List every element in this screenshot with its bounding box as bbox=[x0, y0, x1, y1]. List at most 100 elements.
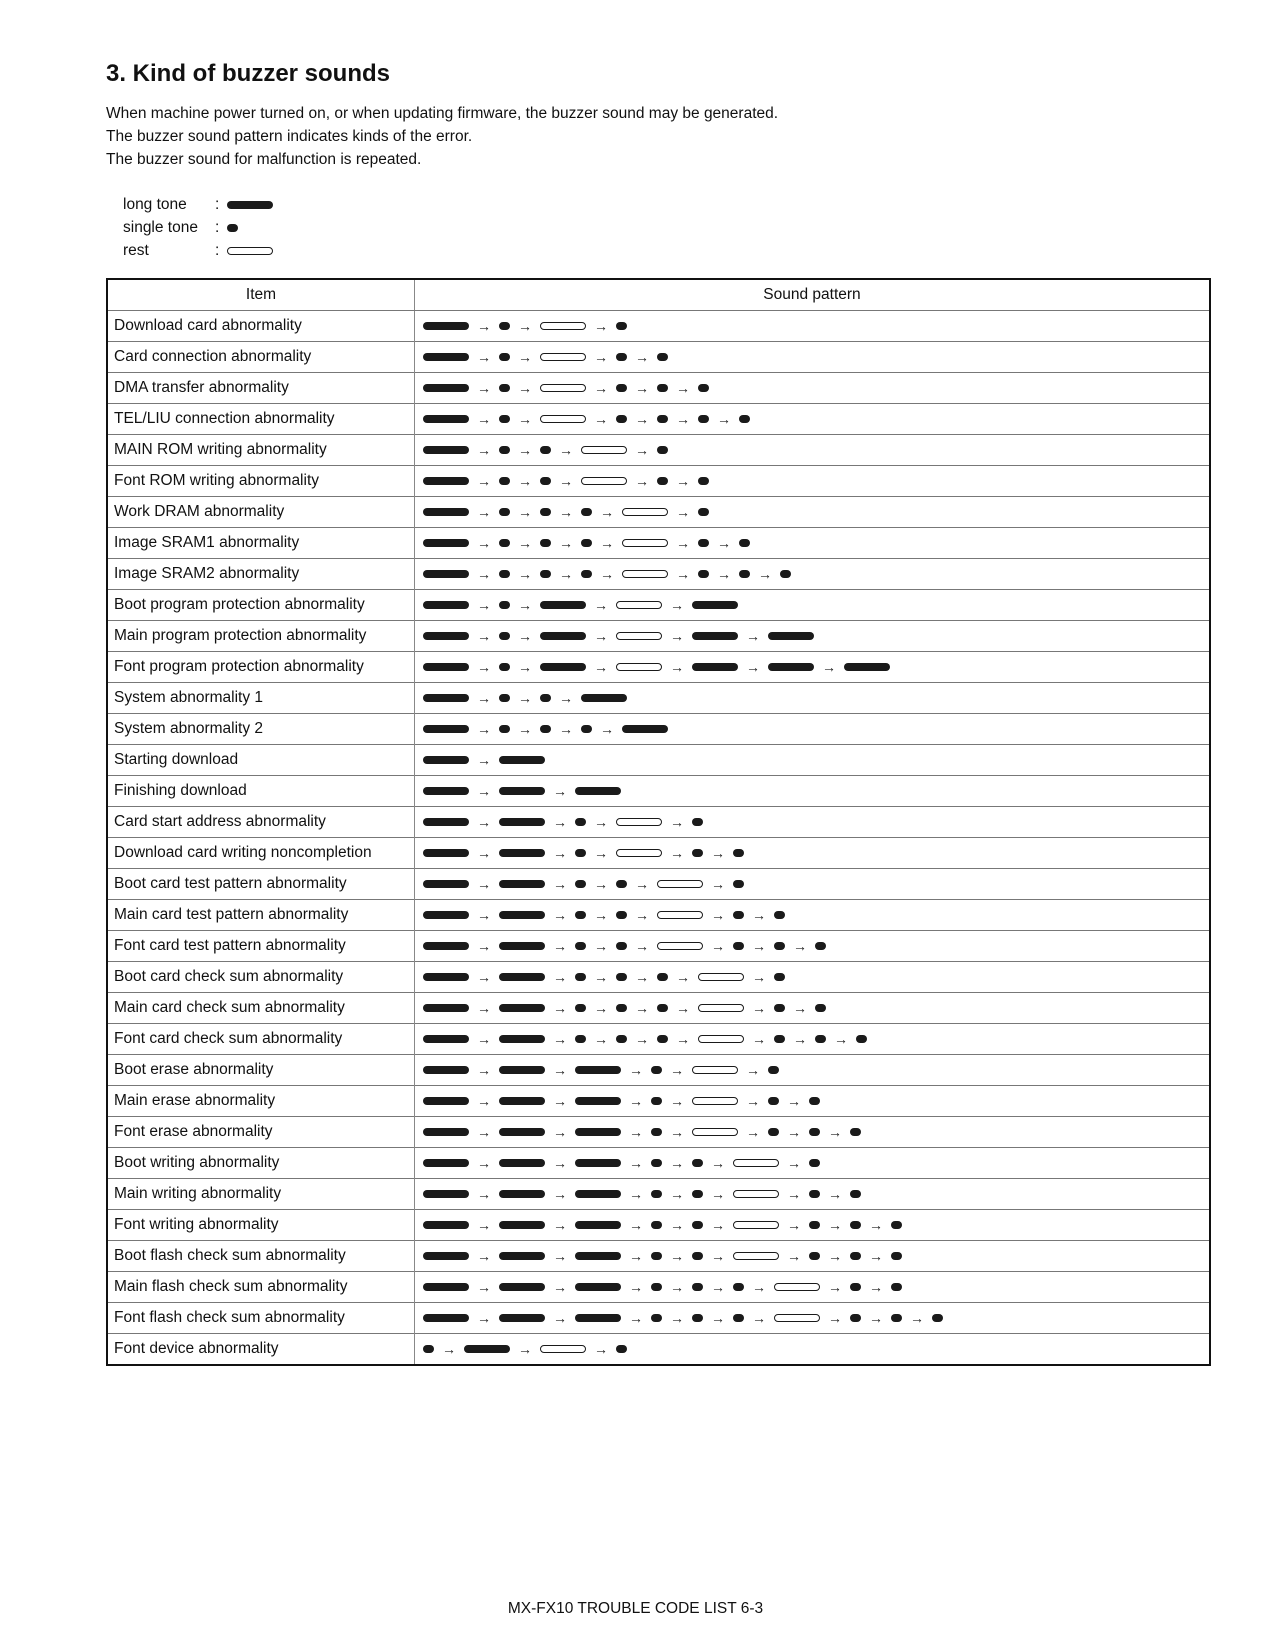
single-tone-icon bbox=[692, 1190, 703, 1198]
long-tone-icon bbox=[423, 1190, 469, 1198]
single-tone-icon bbox=[774, 973, 785, 981]
arrow-right-icon: → bbox=[629, 1248, 643, 1264]
long-tone-icon bbox=[423, 911, 469, 919]
legend-separator: : bbox=[215, 242, 220, 259]
section-title: 3. Kind of buzzer sounds bbox=[106, 60, 391, 87]
rest-icon bbox=[540, 415, 586, 423]
long-tone-icon bbox=[423, 1128, 469, 1136]
sound-pattern-sequence: → → → → → bbox=[423, 373, 1209, 403]
table-row: Boot program protection abnormality → → → → bbox=[107, 589, 1210, 621]
sound-pattern-sequence: → → → → → bbox=[423, 466, 1209, 496]
header-item: Item bbox=[107, 278, 415, 311]
arrow-right-icon: → bbox=[711, 845, 725, 861]
arrow-right-icon: → bbox=[600, 535, 614, 551]
legend: long tone : single tone : rest : bbox=[123, 193, 273, 262]
single-tone-icon bbox=[581, 539, 592, 547]
arrow-right-icon: → bbox=[676, 380, 690, 396]
arrow-right-icon: → bbox=[752, 1000, 766, 1016]
arrow-right-icon: → bbox=[670, 1093, 684, 1109]
row-sound-pattern: → → → → bbox=[414, 589, 1210, 621]
row-item-label: Boot erase abnormality bbox=[107, 1054, 415, 1086]
single-tone-icon bbox=[616, 322, 627, 330]
arrow-right-icon: → bbox=[594, 1031, 608, 1047]
rest-icon bbox=[540, 384, 586, 392]
row-sound-pattern: → → → → → → → bbox=[414, 558, 1210, 590]
arrow-right-icon: → bbox=[553, 1155, 567, 1171]
single-tone-icon bbox=[575, 911, 586, 919]
single-tone-icon bbox=[657, 477, 668, 485]
arrow-right-icon: → bbox=[559, 442, 573, 458]
arrow-right-icon: → bbox=[553, 1093, 567, 1109]
sound-pattern-sequence: → → → → bbox=[423, 342, 1209, 372]
row-item-label: TEL/LIU connection abnormality bbox=[107, 403, 415, 435]
arrow-right-icon: → bbox=[635, 1000, 649, 1016]
row-item-label: Finishing download bbox=[107, 775, 415, 807]
intro-line: The buzzer sound for malfunction is repe… bbox=[106, 151, 422, 168]
single-tone-icon bbox=[815, 1004, 826, 1012]
long-tone-icon bbox=[423, 477, 469, 485]
single-tone-icon bbox=[809, 1097, 820, 1105]
long-tone-icon bbox=[499, 1159, 545, 1167]
arrow-right-icon: → bbox=[477, 1000, 491, 1016]
arrow-right-icon: → bbox=[518, 1341, 532, 1357]
row-item-label: System abnormality 2 bbox=[107, 713, 415, 745]
single-tone-icon bbox=[733, 942, 744, 950]
row-sound-pattern: → → → → → → → bbox=[414, 930, 1210, 962]
single-tone-icon bbox=[768, 1128, 779, 1136]
page-footer: MX-FX10 TROUBLE CODE LIST 6-3 bbox=[507, 1600, 764, 1617]
long-tone-icon bbox=[844, 663, 890, 671]
arrow-right-icon: → bbox=[518, 566, 532, 582]
single-tone-icon bbox=[809, 1190, 820, 1198]
arrow-right-icon: → bbox=[752, 1310, 766, 1326]
rest-icon bbox=[616, 818, 662, 826]
sound-pattern-sequence: → → → → → → → bbox=[423, 993, 1209, 1023]
single-tone-icon bbox=[575, 1004, 586, 1012]
rest-icon bbox=[657, 942, 703, 950]
single-tone-icon bbox=[850, 1314, 861, 1322]
arrow-right-icon: → bbox=[629, 1186, 643, 1202]
table-row: Main erase abnormality → → → → → → bbox=[107, 1085, 1210, 1117]
single-tone-icon bbox=[616, 1345, 627, 1353]
single-tone-icon bbox=[227, 223, 238, 232]
rest-icon bbox=[540, 353, 586, 361]
row-item-label: Font device abnormality bbox=[107, 1333, 415, 1365]
long-tone-icon bbox=[423, 1159, 469, 1167]
arrow-right-icon: → bbox=[594, 597, 608, 613]
row-sound-pattern: → → → → → → bbox=[414, 961, 1210, 993]
rest-icon bbox=[733, 1159, 779, 1167]
long-tone-icon bbox=[499, 1252, 545, 1260]
long-tone-icon bbox=[575, 1190, 621, 1198]
row-sound-pattern: → → bbox=[414, 775, 1210, 807]
arrow-right-icon: → bbox=[670, 659, 684, 675]
arrow-right-icon: → bbox=[629, 1217, 643, 1233]
long-tone-icon bbox=[575, 1283, 621, 1291]
long-tone-icon bbox=[499, 1035, 545, 1043]
table-row: Font ROM writing abnormality → → → → → bbox=[107, 465, 1210, 497]
rest-icon bbox=[692, 1097, 738, 1105]
arrow-right-icon: → bbox=[477, 380, 491, 396]
row-sound-pattern: → → → → → bbox=[414, 837, 1210, 869]
single-tone-icon bbox=[575, 880, 586, 888]
single-tone-icon bbox=[540, 694, 551, 702]
single-tone-icon bbox=[850, 1252, 861, 1260]
long-tone-icon bbox=[575, 1314, 621, 1322]
arrow-right-icon: → bbox=[553, 1186, 567, 1202]
arrow-right-icon: → bbox=[676, 504, 690, 520]
arrow-right-icon: → bbox=[670, 1279, 684, 1295]
arrow-right-icon: → bbox=[746, 1062, 760, 1078]
table-row: Download card writing noncompletion → → → → → bbox=[107, 837, 1210, 869]
row-item-label: Boot card test pattern abnormality bbox=[107, 868, 415, 900]
arrow-right-icon: → bbox=[594, 628, 608, 644]
single-tone-icon bbox=[575, 973, 586, 981]
long-tone-icon bbox=[575, 1159, 621, 1167]
arrow-right-icon: → bbox=[477, 1124, 491, 1140]
rest-icon bbox=[616, 663, 662, 671]
row-sound-pattern: → bbox=[414, 744, 1210, 776]
table-row: Font writing abnormality → → → → → → → → bbox=[107, 1209, 1210, 1241]
arrow-right-icon: → bbox=[477, 1279, 491, 1295]
single-tone-icon bbox=[774, 1004, 785, 1012]
sound-pattern-sequence: → → → → → → bbox=[423, 652, 1209, 682]
long-tone-icon bbox=[581, 694, 627, 702]
arrow-right-icon: → bbox=[477, 1248, 491, 1264]
long-tone-icon bbox=[423, 1314, 469, 1322]
